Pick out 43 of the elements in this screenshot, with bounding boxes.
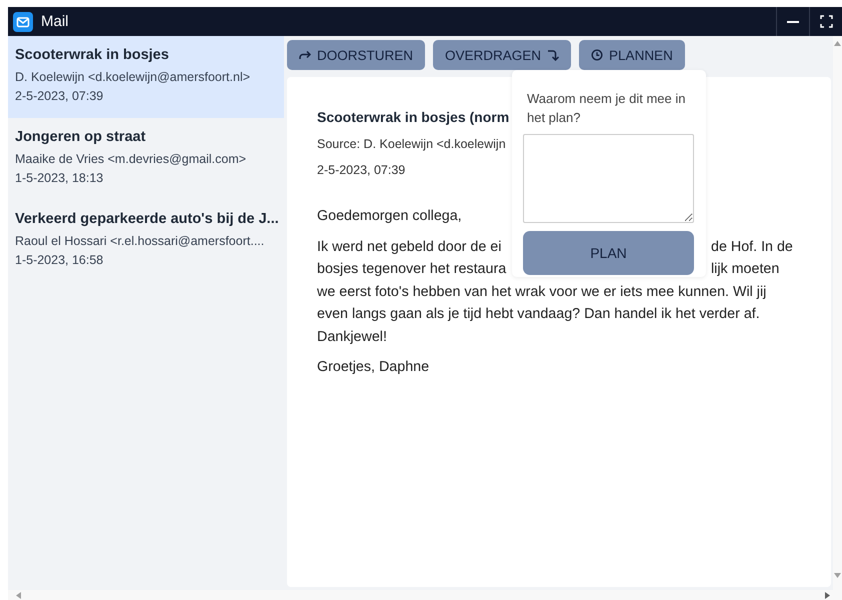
forward-arrow-icon <box>299 50 311 60</box>
message-sender: Maaike de Vries <m.devries@gmail.com> <box>15 151 248 168</box>
fullscreen-icon[interactable] <box>820 15 832 28</box>
clock-icon <box>591 49 604 61</box>
message-item[interactable]: Jongeren op straat Maaike de Vries <m.devries@gmail.com> 1-5-2023, 18:13 <box>8 118 284 200</box>
forward-button[interactable]: DOORSTUREN <box>287 40 426 70</box>
email-subject: Scooterwrak in bosjes (norm <box>317 109 510 125</box>
message-subject: Verkeerd geparkeerde auto's bij de J... <box>15 211 277 227</box>
message-sender: D. Koelewijn <d.koelewijn@amersfoort.nl> <box>15 69 252 86</box>
question-label: Waarom neem je dit mee in het plan? <box>526 90 686 127</box>
reason-field[interactable] <box>523 134 694 223</box>
mail-icon <box>13 12 33 32</box>
message-date: 2-5-2023, 07:39 <box>15 88 104 105</box>
minimize-icon[interactable] <box>787 20 799 22</box>
scroll-right-icon[interactable] <box>825 592 830 598</box>
transfer-button[interactable]: OVERDRAGEN <box>433 40 572 70</box>
message-sender: Raoul el Hossari <r.el.hossari@amersfoort.... <box>15 233 266 250</box>
body-text: we eerst foto's hebben van het wrak voor we er iets mee kunnen. Wil jij <box>317 282 766 302</box>
message-subject: Scooterwrak in bosjes <box>15 47 170 63</box>
scroll-up-icon[interactable] <box>834 41 841 46</box>
scroll-down-icon[interactable] <box>834 573 841 578</box>
body-text: lijk moeten <box>711 260 780 279</box>
message-item[interactable]: Verkeerd geparkeerde auto's bij de J... Raoul el Hossari <r.el.hossari@amersfoort.... 1-5-2023, 16:58 <box>8 200 284 282</box>
plan-button[interactable]: PLAN <box>523 231 694 275</box>
body-text: bosjes tegenover het restaura <box>317 260 506 279</box>
body-text: Dankjewel! <box>317 328 387 346</box>
body-text: Ik werd net gebeld door de ei <box>317 238 502 256</box>
body-text: de Hof. In de <box>711 238 793 256</box>
message-date: 1-5-2023, 18:13 <box>15 170 104 187</box>
message-subject: Jongeren op straat <box>15 129 147 145</box>
body-text: even langs gaan als je tijd hebt vandaag? Dan handel ik het verder af. <box>317 305 760 324</box>
vertical-scrollbar[interactable] <box>833 36 842 590</box>
horizontal-scrollbar[interactable] <box>8 590 842 600</box>
message-item[interactable]: Scooterwrak in bosjes D. Koelewijn <d.koelewijn@amersfoort.nl> 2-5-2023, 07:39 <box>8 36 284 118</box>
scroll-left-icon[interactable] <box>16 592 21 598</box>
turn-down-arrow-icon <box>547 49 560 61</box>
email-date: 2-5-2023, 07:39 <box>317 163 406 177</box>
email-source: Source: D. Koelewijn <d.koelewijn <box>317 137 506 151</box>
window-title: Mail <box>41 13 69 30</box>
schedule-button[interactable]: PLANNEN <box>579 40 685 70</box>
message-date: 1-5-2023, 16:58 <box>15 252 104 269</box>
body-text: Groetjes, Daphne <box>317 358 430 377</box>
body-text: Goedemorgen collega, <box>317 207 462 226</box>
